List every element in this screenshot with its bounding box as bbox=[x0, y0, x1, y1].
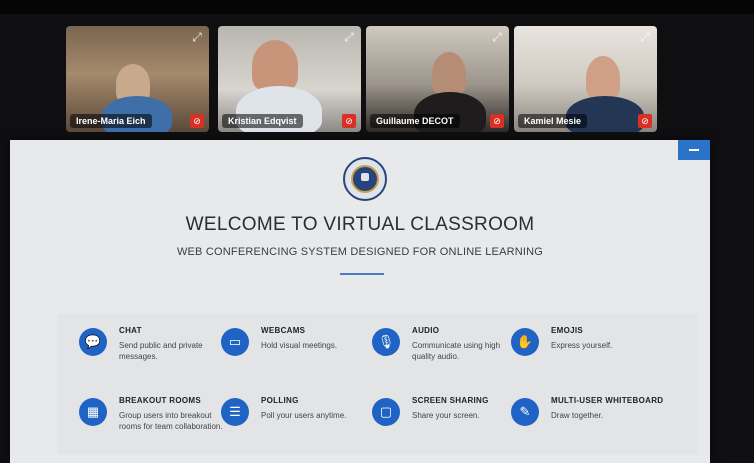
institution-logo bbox=[343, 157, 387, 201]
whiteboard-icon: ✎ bbox=[511, 398, 539, 426]
poll-icon: ☰ bbox=[221, 398, 249, 426]
feature-description: Communicate using high quality audio. bbox=[412, 341, 501, 361]
mic-muted-icon: ⊘ bbox=[190, 114, 204, 128]
feature-title: SCREEN SHARING bbox=[412, 396, 489, 405]
feature-description: Share your screen. bbox=[412, 411, 480, 420]
welcome-subtitle: WEB CONFERENCING SYSTEM DESIGNED FOR ONL… bbox=[176, 246, 544, 258]
chat-icon: 💬 bbox=[79, 328, 107, 356]
features-grid: 💬 CHAT Send public and private messages.… bbox=[58, 314, 698, 454]
webcam-icon: ▭ bbox=[221, 328, 249, 356]
expand-icon[interactable]: ⤢ bbox=[342, 30, 356, 44]
feature-description: Poll your users anytime. bbox=[261, 411, 347, 420]
participant-name: Kamiel Mesie bbox=[518, 114, 588, 128]
feature-description: Express yourself. bbox=[551, 341, 613, 350]
emoji-hand-icon: ✋ bbox=[511, 328, 539, 356]
webcam-tile[interactable]: ⤢ Kristian Edqvist ⊘ bbox=[218, 26, 361, 132]
top-bar bbox=[0, 0, 754, 14]
participant-name: Guillaume DECOT bbox=[370, 114, 460, 128]
feature-title: WEBCAMS bbox=[261, 326, 306, 335]
mic-muted-icon: ⊘ bbox=[342, 114, 356, 128]
screen-share-icon: ▢ bbox=[372, 398, 400, 426]
feature-description: Group users into breakout rooms for team… bbox=[119, 411, 223, 431]
welcome-title: WELCOME TO VIRTUAL CLASSROOM bbox=[185, 214, 535, 235]
mic-muted-icon: ⊘ bbox=[490, 114, 504, 128]
feature-title: BREAKOUT ROOMS bbox=[119, 396, 201, 405]
breakout-icon: ▦ bbox=[79, 398, 107, 426]
webcam-tile[interactable]: ⤢ Kamiel Mesie ⊘ bbox=[514, 26, 657, 132]
feature-title: MULTI-USER WHITEBOARD bbox=[551, 396, 664, 405]
feature-title: AUDIO bbox=[412, 326, 440, 335]
minimize-button[interactable] bbox=[678, 140, 710, 160]
welcome-panel: WELCOME TO VIRTUAL CLASSROOM WEB CONFERE… bbox=[10, 140, 710, 463]
expand-icon[interactable]: ⤢ bbox=[638, 30, 652, 44]
feature-description: Send public and private messages. bbox=[119, 341, 203, 361]
feature-title: EMOJIS bbox=[551, 326, 584, 335]
mic-muted-icon: ⊘ bbox=[638, 114, 652, 128]
expand-icon[interactable]: ⤢ bbox=[190, 30, 204, 44]
microphone-icon: 🎙 bbox=[372, 328, 400, 356]
feature-title: POLLING bbox=[261, 396, 299, 405]
title-divider bbox=[340, 273, 384, 275]
feature-description: Draw together. bbox=[551, 411, 604, 420]
webcam-tile[interactable]: ⤢ Guillaume DECOT ⊘ bbox=[366, 26, 509, 132]
feature-description: Hold visual meetings. bbox=[261, 341, 338, 350]
webcam-strip: ⤢ Irene-Maria Eich ⊘ ⤢ Kristian Edqvist … bbox=[66, 26, 657, 132]
feature-title: CHAT bbox=[119, 326, 142, 335]
participant-name: Irene-Maria Eich bbox=[70, 114, 152, 128]
expand-icon[interactable]: ⤢ bbox=[490, 30, 504, 44]
participant-name: Kristian Edqvist bbox=[222, 114, 303, 128]
webcam-tile[interactable]: ⤢ Irene-Maria Eich ⊘ bbox=[66, 26, 209, 132]
